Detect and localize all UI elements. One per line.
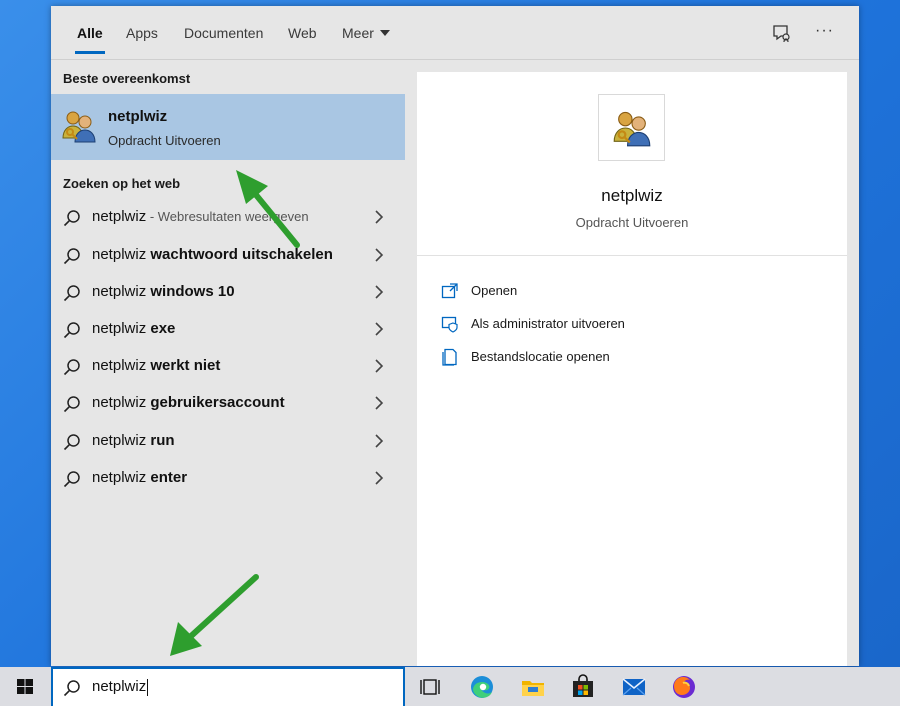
preview-subtitle: Opdracht Uitvoeren (575, 215, 689, 230)
best-match-header: Beste overeenkomst (63, 71, 191, 86)
edge-icon[interactable] (469, 674, 495, 700)
task-view-icon[interactable] (417, 674, 443, 700)
firefox-icon[interactable] (671, 674, 697, 700)
file-location-icon (442, 348, 457, 366)
web-result-row[interactable]: netplwiz gebruikersaccount (51, 385, 405, 422)
tab-label: Meer (342, 25, 374, 41)
more-options-icon[interactable]: ··· (815, 22, 837, 44)
tab-web[interactable]: Web (288, 6, 317, 60)
chevron-right-icon (375, 322, 384, 336)
search-icon (63, 396, 80, 413)
web-result-row[interactable]: netplwiz windows 10 (51, 274, 405, 311)
taskbar: netplwiz (0, 667, 900, 706)
search-icon (63, 434, 80, 451)
chevron-right-icon (375, 396, 384, 410)
web-result-row[interactable]: netplwiz exe (51, 311, 405, 348)
chevron-right-icon (375, 248, 384, 262)
preview-title: netplwiz (601, 186, 663, 205)
best-match-subtitle: Opdracht Uitvoeren (108, 133, 221, 148)
tab-bar: Alle Apps Documenten Web Meer ··· (51, 6, 859, 60)
web-result-text: netplwiz werkt niet (92, 357, 221, 374)
file-explorer-icon[interactable] (520, 674, 546, 700)
tab-label: Alle (77, 25, 103, 41)
web-result-row[interactable]: netplwiz - Webresultaten weergeven (51, 199, 405, 236)
search-icon (63, 210, 80, 227)
search-icon (63, 322, 80, 339)
chevron-right-icon (375, 285, 384, 299)
results-pane: Beste overeenkomst netplwiz Opdracht Uit… (51, 61, 405, 666)
tab-apps[interactable]: Apps (126, 6, 158, 60)
open-icon (441, 283, 458, 299)
run-as-admin-icon (441, 316, 458, 333)
search-icon (63, 285, 80, 302)
search-icon (63, 359, 80, 376)
search-icon (63, 248, 80, 265)
tab-meer[interactable]: Meer (342, 6, 390, 60)
preview-icon-frame (598, 94, 665, 161)
web-result-text: netplwiz - Webresultaten weergeven (92, 208, 309, 225)
best-match-item[interactable]: netplwiz Opdracht Uitvoeren (51, 94, 405, 160)
search-icon (63, 471, 80, 488)
tab-label: Documenten (184, 25, 264, 41)
store-icon[interactable] (570, 674, 596, 700)
mail-icon[interactable] (621, 674, 647, 700)
web-result-text: netplwiz gebruikersaccount (92, 394, 285, 411)
user-accounts-icon (613, 111, 651, 147)
web-result-text: netplwiz run (92, 432, 175, 449)
windows-start-icon[interactable] (0, 667, 51, 706)
chevron-right-icon (375, 210, 384, 224)
open-action-label: Openen (471, 283, 518, 298)
tab-label: Apps (126, 25, 158, 41)
chevron-right-icon (375, 434, 384, 448)
search-window: Alle Apps Documenten Web Meer ··· Beste … (51, 6, 859, 666)
preview-header: netplwiz Opdracht Uitvoeren (417, 72, 847, 256)
search-input[interactable]: netplwiz (51, 667, 405, 706)
tab-documenten[interactable]: Documenten (184, 6, 263, 60)
chevron-right-icon (375, 471, 384, 485)
tab-label: Web (288, 25, 317, 41)
web-result-text: netplwiz enter (92, 469, 188, 486)
text-cursor (147, 678, 149, 696)
caret-down-icon (379, 30, 390, 37)
tab-alle[interactable]: Alle (75, 6, 105, 60)
search-input-value: netplwiz (92, 678, 149, 696)
feedback-icon[interactable] (771, 22, 793, 44)
file-location-label: Bestandslocatie openen (471, 349, 610, 364)
web-result-row[interactable]: netplwiz enter (51, 460, 405, 497)
web-result-text: netplwiz exe (92, 320, 176, 337)
search-icon (63, 680, 80, 697)
web-result-row[interactable]: netplwiz run (51, 423, 405, 460)
run-as-admin-label: Als administrator uitvoeren (471, 316, 625, 331)
best-match-title: netplwiz (108, 108, 168, 125)
web-result-text: netplwiz windows 10 (92, 283, 235, 300)
web-result-row[interactable]: netplwiz wachtwoord uitschakelen (51, 237, 405, 274)
web-result-row[interactable]: netplwiz werkt niet (51, 348, 405, 385)
user-accounts-icon (62, 111, 96, 143)
web-search-header: Zoeken op het web (63, 176, 181, 191)
preview-pane: netplwiz Opdracht Uitvoeren Openen Als a… (417, 72, 847, 666)
chevron-right-icon (375, 359, 384, 373)
web-result-text: netplwiz wachtwoord uitschakelen (92, 246, 333, 263)
